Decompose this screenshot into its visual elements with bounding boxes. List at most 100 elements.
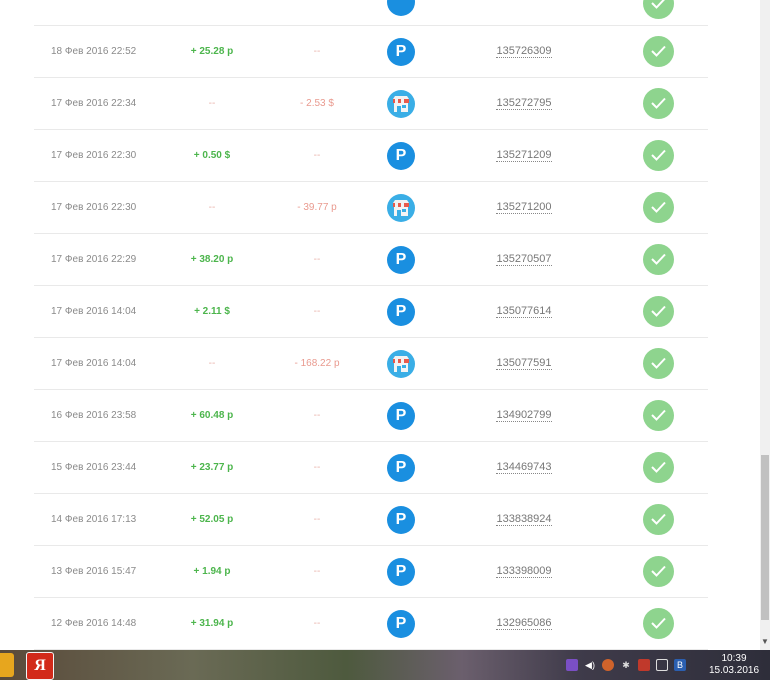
transaction-id[interactable]: 135272795 — [496, 97, 552, 110]
transaction-id-link[interactable]: 135271200 — [474, 182, 574, 233]
transaction-date: 17 Фев 2016 22:34 — [51, 98, 137, 109]
expense-amount: -- — [313, 46, 321, 57]
yandex-browser-taskbar-button[interactable]: Я — [26, 652, 54, 680]
transaction-id-link[interactable]: 135272795 — [474, 78, 574, 129]
transaction-id[interactable]: 135271200 — [496, 201, 552, 214]
shop-icon — [387, 194, 415, 222]
scrollbar-thumb[interactable] — [761, 455, 769, 620]
table-row: 14 Фев 2016 17:13 + 52.05 р -- P 133838924 — [34, 494, 708, 546]
income-amount: + 0.50 $ — [193, 150, 231, 161]
taskbar-app-icon[interactable] — [0, 653, 14, 677]
transaction-id-link[interactable]: 134902799 — [474, 390, 574, 441]
payment-icon — [387, 0, 415, 16]
shop-icon — [387, 350, 415, 378]
transaction-id-link[interactable]: 135271209 — [474, 130, 574, 181]
payment-icon: P — [387, 38, 415, 66]
payment-icon: P — [387, 298, 415, 326]
status-ok-icon — [643, 504, 674, 535]
transaction-id[interactable]: 135270507 — [496, 253, 552, 266]
table-row: 17 Фев 2016 14:04 + 2.11 $ -- P 135077614 — [34, 286, 708, 338]
transaction-date: 12 Фев 2016 14:48 — [51, 618, 137, 629]
status-ok-icon — [643, 192, 674, 223]
income-amount: + 23.77 р — [190, 462, 234, 473]
transaction-id[interactable]: 134902799 — [496, 409, 552, 422]
table-row: 17 Фев 2016 22:30 -- - 39.77 р 135271200 — [34, 182, 708, 234]
transaction-date: 17 Фев 2016 14:04 — [51, 358, 137, 369]
windows-taskbar: Я ◀) ✱ B 10:39 15.03.2016 — [0, 650, 770, 680]
payment-icon: P — [387, 506, 415, 534]
transaction-id[interactable]: 132965086 — [496, 617, 552, 630]
transaction-id[interactable]: 135077614 — [496, 305, 552, 318]
transaction-id[interactable]: 135077591 — [496, 357, 552, 370]
table-row: 17 Фев 2016 14:04 -- - 168.22 р 135077591 — [34, 338, 708, 390]
income-amount: + 25.28 р — [190, 46, 234, 57]
expense-amount: -- — [313, 150, 321, 161]
income-amount: + 52.05 р — [190, 514, 234, 525]
payment-icon-letter: P — [395, 563, 407, 580]
expense-amount: -- — [313, 514, 321, 525]
transaction-id[interactable]: 133838924 — [496, 513, 552, 526]
table-row: 16 Фев 2016 23:58 + 60.48 р -- P 134902799 — [34, 390, 708, 442]
transaction-id-link[interactable]: 135270507 — [474, 234, 574, 285]
transaction-id[interactable]: 135726309 — [496, 45, 552, 58]
transaction-date: 14 Фев 2016 17:13 — [51, 514, 137, 525]
transaction-id-link[interactable]: 132965086 — [474, 598, 574, 649]
income-amount: -- — [208, 98, 216, 109]
table-row: 18 Фев 2016 22:52 + 25.28 р -- P 135726309 — [34, 26, 708, 78]
transaction-id-link[interactable]: 135077614 — [474, 286, 574, 337]
status-ok-icon — [643, 348, 674, 379]
payment-icon-letter: P — [395, 511, 407, 528]
transaction-date: 17 Фев 2016 22:29 — [51, 254, 137, 265]
transactions-table: 18 Фев 2016 22:52 + 25.28 р -- P 135726309 17… — [0, 0, 760, 650]
transaction-id[interactable]: 133398009 — [496, 565, 552, 578]
table-row: 17 Фев 2016 22:34 -- - 2.53 $ 135272795 — [34, 78, 708, 130]
shop-icon — [387, 90, 415, 118]
system-clock[interactable]: 10:39 15.03.2016 — [704, 653, 764, 677]
table-row-partial — [34, 0, 708, 26]
app-tray-icon[interactable] — [602, 659, 614, 671]
status-ok-icon — [643, 140, 674, 171]
scroll-down-arrow-icon[interactable]: ▼ — [760, 636, 770, 648]
payment-icon: P — [387, 454, 415, 482]
clock-date: 15.03.2016 — [708, 665, 760, 676]
transaction-id[interactable]: 134469743 — [496, 461, 552, 474]
expense-amount: -- — [313, 254, 321, 265]
b-app-icon[interactable]: B — [674, 659, 686, 671]
transaction-id[interactable]: 135271209 — [496, 149, 552, 162]
payment-icon: P — [387, 558, 415, 586]
income-amount: + 60.48 р — [190, 410, 234, 421]
income-amount: + 38.20 р — [190, 254, 234, 265]
income-amount: + 31.94 р — [190, 618, 234, 629]
network-icon[interactable]: ✱ — [620, 659, 632, 671]
transaction-id-link[interactable]: 133838924 — [474, 494, 574, 545]
display-icon[interactable] — [656, 659, 668, 671]
transaction-date: 17 Фев 2016 14:04 — [51, 306, 137, 317]
table-row: 17 Фев 2016 22:30 + 0.50 $ -- P 135271209 — [34, 130, 708, 182]
transaction-id-link[interactable]: 133398009 — [474, 546, 574, 597]
payment-icon: P — [387, 142, 415, 170]
payment-icon-letter: P — [395, 303, 407, 320]
income-amount: -- — [208, 358, 216, 369]
vertical-scrollbar[interactable]: ▼ — [760, 0, 770, 650]
payment-icon-letter: P — [395, 43, 407, 60]
transaction-id-link[interactable]: 135077591 — [474, 338, 574, 389]
payment-icon-letter: P — [395, 251, 407, 268]
expense-amount: -- — [313, 566, 321, 577]
status-ok-icon — [643, 88, 674, 119]
payment-icon: P — [387, 402, 415, 430]
transaction-date: 16 Фев 2016 23:58 — [51, 410, 137, 421]
volume-icon[interactable]: ◀) — [584, 659, 596, 671]
transaction-date: 17 Фев 2016 22:30 — [51, 150, 137, 161]
transaction-date: 17 Фев 2016 22:30 — [51, 202, 137, 213]
status-ok-icon — [643, 400, 674, 431]
transaction-id-link[interactable]: 134469743 — [474, 442, 574, 493]
flag-icon[interactable] — [638, 659, 650, 671]
status-ok-icon — [643, 36, 674, 67]
payment-icon-letter: P — [395, 615, 407, 632]
pen-icon[interactable] — [566, 659, 578, 671]
expense-amount: -- — [313, 306, 321, 317]
transaction-id-link[interactable]: 135726309 — [474, 26, 574, 77]
system-tray: ◀) ✱ B — [566, 656, 686, 674]
table-row: 17 Фев 2016 22:29 + 38.20 р -- P 135270507 — [34, 234, 708, 286]
transaction-date: 15 Фев 2016 23:44 — [51, 462, 137, 473]
